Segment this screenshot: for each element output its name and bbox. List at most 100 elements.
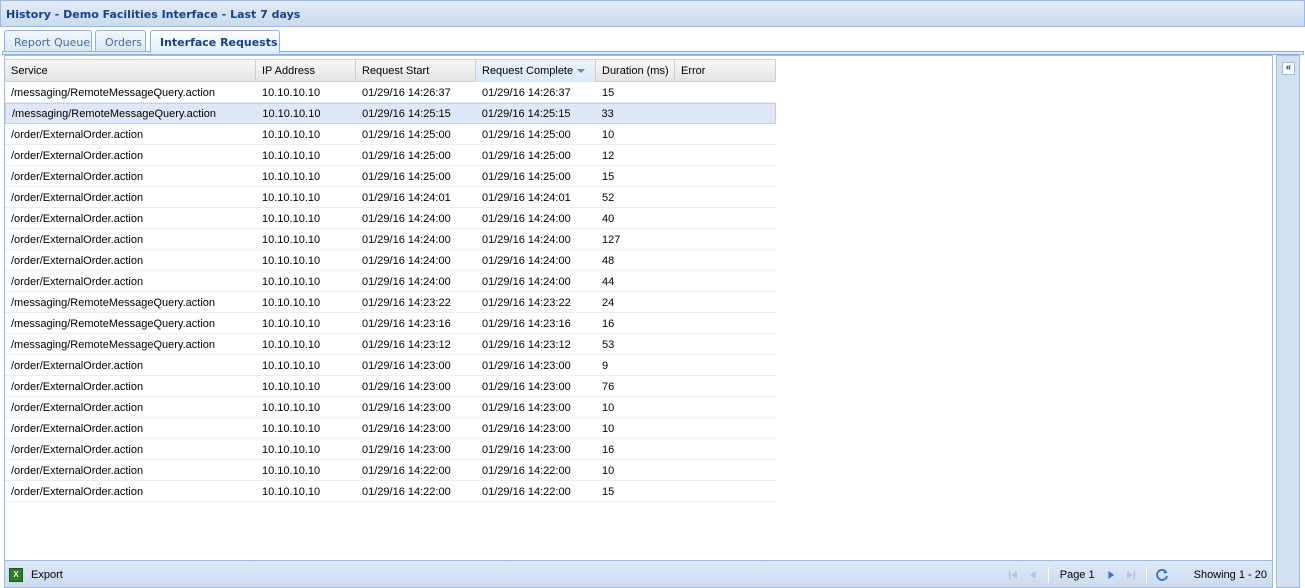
- double-chevron-left-icon[interactable]: «: [1282, 62, 1295, 75]
- column-header-ip-address[interactable]: IP Address: [256, 60, 356, 82]
- table-row[interactable]: /order/ExternalOrder.action 10.10.10.10 01…: [5, 460, 776, 481]
- cell-ip-address: 10.10.10.10: [262, 465, 321, 477]
- table-row[interactable]: /order/ExternalOrder.action 10.10.10.10 01…: [5, 250, 776, 271]
- table-row[interactable]: /messaging/RemoteMessageQuery.action 10.1…: [5, 103, 776, 124]
- table-row[interactable]: /order/ExternalOrder.action 10.10.10.10 01…: [5, 355, 776, 376]
- cell-duration: 12: [602, 150, 615, 162]
- cell-error: [675, 398, 776, 417]
- previous-page-icon[interactable]: [1025, 567, 1041, 583]
- cell-service: /order/ExternalOrder.action: [11, 276, 144, 288]
- tab-label: Report Queue: [14, 36, 91, 49]
- next-page-icon[interactable]: [1103, 567, 1119, 583]
- cell-request-start: 01/29/16 14:24:00: [362, 255, 451, 267]
- cell-request-complete: 01/29/16 14:23:16: [482, 318, 571, 330]
- cell-error: [675, 335, 776, 354]
- cell-request-start: 01/29/16 14:23:22: [362, 297, 451, 309]
- cell-request-start: 01/29/16 14:23:16: [362, 318, 451, 330]
- cell-duration: 16: [602, 318, 615, 330]
- cell-duration: 40: [602, 213, 615, 225]
- refresh-icon[interactable]: [1154, 567, 1170, 583]
- cell-request-start: 01/29/16 14:24:00: [362, 234, 451, 246]
- cell-service: /order/ExternalOrder.action: [11, 234, 144, 246]
- cell-error: [675, 377, 776, 396]
- cell-ip-address: 10.10.10.10: [262, 213, 321, 225]
- cell-ip-address: 10.10.10.10: [262, 171, 321, 183]
- cell-error: [675, 272, 776, 291]
- cell-request-complete: 01/29/16 14:23:12: [482, 339, 571, 351]
- column-header-service[interactable]: Service: [5, 60, 256, 82]
- cell-request-start: 01/29/16 14:26:37: [362, 87, 451, 99]
- table-row[interactable]: /order/ExternalOrder.action 10.10.10.10 01…: [5, 166, 776, 187]
- cell-duration: 15: [602, 486, 615, 498]
- cell-ip-address: 10.10.10.10: [262, 402, 321, 414]
- separator: [1047, 566, 1049, 583]
- table-row[interactable]: /order/ExternalOrder.action 10.10.10.10 01…: [5, 397, 776, 418]
- cell-service: /order/ExternalOrder.action: [11, 213, 144, 225]
- table-row[interactable]: /order/ExternalOrder.action 10.10.10.10 01…: [5, 481, 776, 502]
- cell-request-complete: 01/29/16 14:22:00: [482, 486, 571, 498]
- table-row[interactable]: /order/ExternalOrder.action 10.10.10.10 01…: [5, 208, 776, 229]
- cell-service: /messaging/RemoteMessageQuery.action: [11, 297, 216, 309]
- tab-interface-requests[interactable]: Interface Requests: [150, 30, 280, 53]
- table-row[interactable]: /order/ExternalOrder.action 10.10.10.10 01…: [5, 145, 776, 166]
- table-row[interactable]: /messaging/RemoteMessageQuery.action 10.1…: [5, 82, 776, 103]
- cell-request-start: 01/29/16 14:25:15: [362, 108, 451, 120]
- cell-ip-address: 10.10.10.10: [262, 297, 321, 309]
- table-row[interactable]: /order/ExternalOrder.action 10.10.10.10 01…: [5, 271, 776, 292]
- cell-ip-address: 10.10.10.10: [262, 234, 321, 246]
- first-page-icon[interactable]: [1005, 567, 1021, 583]
- table-row[interactable]: /messaging/RemoteMessageQuery.action 10.1…: [5, 334, 776, 355]
- cell-error: [675, 356, 776, 375]
- cell-request-start: 01/29/16 14:23:00: [362, 423, 451, 435]
- column-header-error[interactable]: Error: [675, 60, 776, 82]
- table-row[interactable]: /messaging/RemoteMessageQuery.action 10.1…: [5, 313, 776, 334]
- cell-error: [675, 125, 776, 144]
- tab-orders[interactable]: Orders: [95, 30, 146, 52]
- east-panel-collapsed[interactable]: «: [1276, 55, 1300, 588]
- table-row[interactable]: /order/ExternalOrder.action 10.10.10.10 01…: [5, 376, 776, 397]
- cell-ip-address: 10.10.10.10: [262, 255, 321, 267]
- cell-error: [675, 230, 776, 249]
- cell-ip-address: 10.10.10.10: [262, 444, 321, 456]
- cell-ip-address: 10.10.10.10: [262, 192, 321, 204]
- cell-error: [675, 482, 776, 501]
- table-row[interactable]: /order/ExternalOrder.action 10.10.10.10 01…: [5, 439, 776, 460]
- tab-report-queue[interactable]: Report Queue: [4, 30, 92, 52]
- column-header-request-complete[interactable]: Request Complete: [476, 60, 596, 82]
- cell-duration: 52: [602, 192, 615, 204]
- cell-service: /messaging/RemoteMessageQuery.action: [11, 87, 216, 99]
- window-title-bar: History - Demo Facilities Interface - La…: [0, 0, 1305, 27]
- column-header-label: Service: [11, 65, 48, 77]
- table-row[interactable]: /order/ExternalOrder.action 10.10.10.10 01…: [5, 187, 776, 208]
- table-row[interactable]: /order/ExternalOrder.action 10.10.10.10 01…: [5, 418, 776, 439]
- cell-service: /order/ExternalOrder.action: [11, 381, 144, 393]
- cell-duration: 127: [602, 234, 621, 246]
- sort-descending-icon: [577, 69, 586, 73]
- cell-error: [675, 83, 776, 102]
- cell-request-complete: 01/29/16 14:25:00: [482, 129, 571, 141]
- last-page-icon[interactable]: [1123, 567, 1139, 583]
- cell-request-complete: 01/29/16 14:22:00: [482, 465, 571, 477]
- bottom-toolbar: X Export Page 1 Showing 1 - 20: [4, 561, 1273, 588]
- cell-request-complete: 01/29/16 14:23:00: [482, 444, 571, 456]
- cell-error: [675, 251, 776, 270]
- column-header-duration[interactable]: Duration (ms): [596, 60, 675, 82]
- cell-request-start: 01/29/16 14:23:00: [362, 360, 451, 372]
- cell-duration: 9: [602, 360, 609, 372]
- table-row[interactable]: /order/ExternalOrder.action 10.10.10.10 01…: [5, 124, 776, 145]
- cell-duration: 48: [602, 255, 615, 267]
- cell-duration: 10: [602, 402, 615, 414]
- cell-ip-address: 10.10.10.10: [262, 150, 321, 162]
- table-row[interactable]: /order/ExternalOrder.action 10.10.10.10 01…: [5, 229, 776, 250]
- column-header-request-start[interactable]: Request Start: [356, 60, 476, 82]
- cell-duration: 10: [602, 129, 615, 141]
- tab-label: Orders: [105, 36, 142, 49]
- separator: [1145, 566, 1147, 583]
- cell-request-complete: 01/29/16 14:24:00: [482, 213, 571, 225]
- export-button[interactable]: X Export: [9, 567, 63, 583]
- cell-request-complete: 01/29/16 14:25:15: [481, 108, 571, 120]
- cell-service: /order/ExternalOrder.action: [11, 360, 144, 372]
- cell-error: [675, 293, 776, 312]
- column-header-label: IP Address: [262, 65, 315, 77]
- table-row[interactable]: /messaging/RemoteMessageQuery.action 10.1…: [5, 292, 776, 313]
